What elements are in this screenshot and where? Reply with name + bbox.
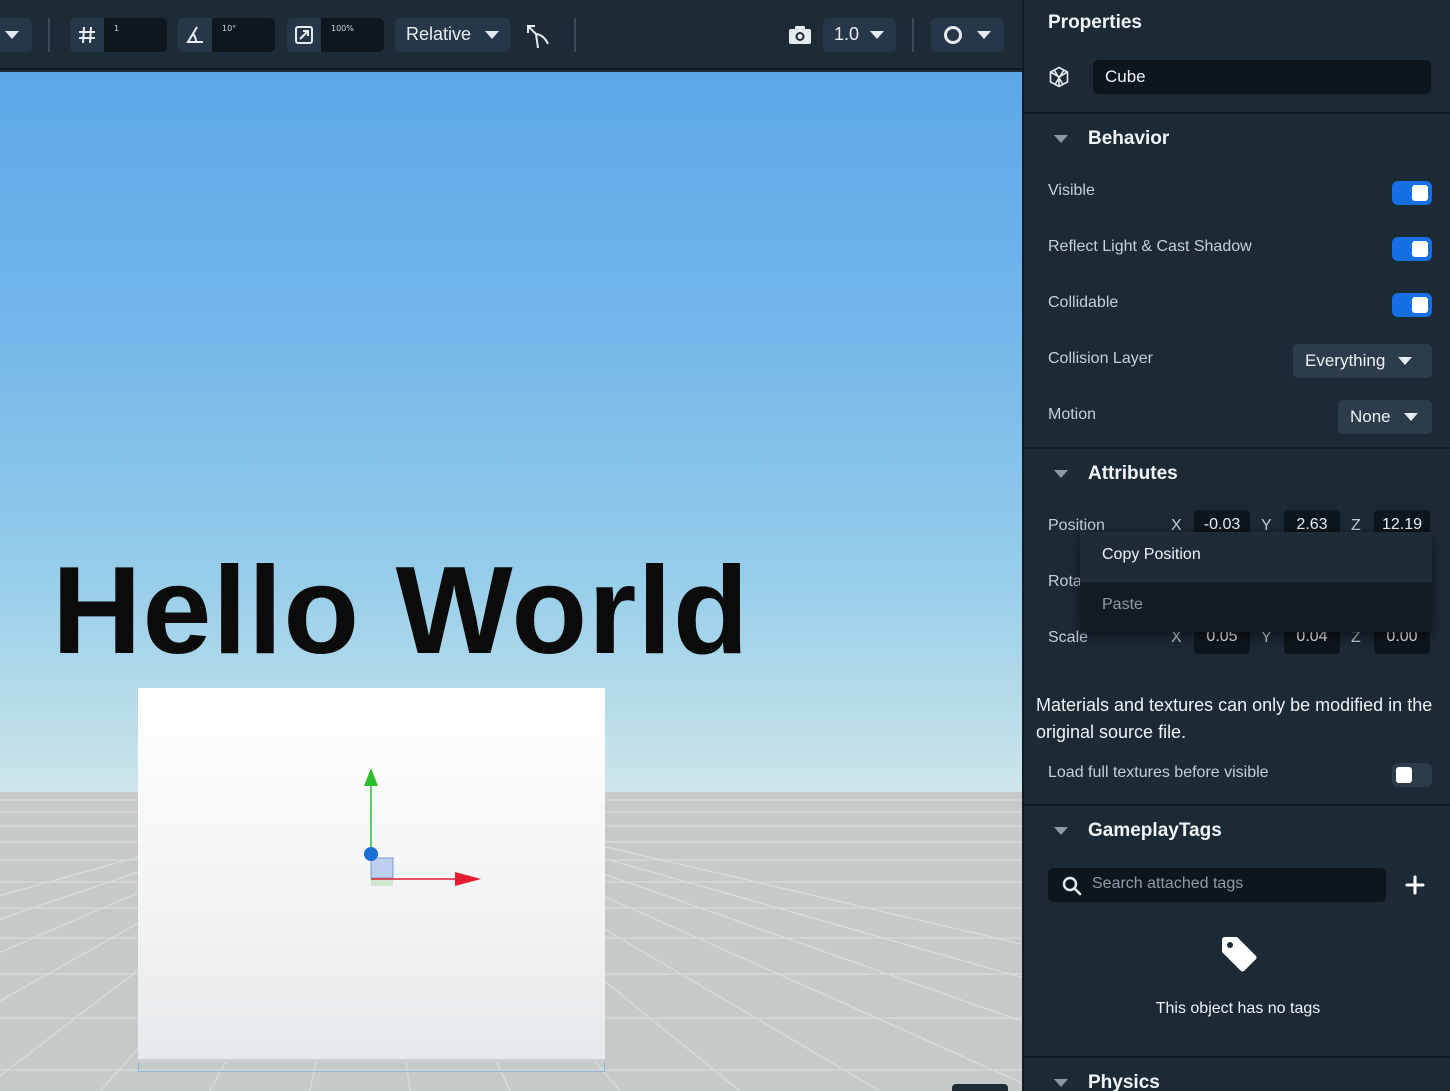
- camera-speed-value: 1.0: [834, 24, 860, 44]
- motion-select[interactable]: None: [1338, 400, 1432, 434]
- gizmo-x-arrow: [455, 872, 481, 886]
- tag-search-placeholder: Search attached tags: [1092, 875, 1244, 892]
- dropdown-icon: [485, 31, 499, 39]
- lighting-icon: [943, 25, 963, 45]
- dropdown-icon: [977, 31, 991, 39]
- no-tags-message: This object has no tags: [1155, 1000, 1321, 1017]
- camera-speed-dropdown[interactable]: 1.0: [823, 18, 896, 52]
- reflect-light-toggle[interactable]: [1392, 237, 1432, 261]
- attributes-title: Attributes: [1088, 463, 1178, 484]
- scale-snap-input[interactable]: 100%: [321, 18, 384, 52]
- properties-panel: Properties Cube Behavior Visible Reflect…: [1022, 0, 1450, 1091]
- scene-view[interactable]: Hello World: [0, 72, 1022, 1091]
- paste-menu-item[interactable]: Paste: [1080, 582, 1432, 632]
- collision-layer-select[interactable]: Everything: [1293, 344, 1432, 378]
- collidable-toggle[interactable]: [1392, 293, 1432, 317]
- visible-label: Visible: [1048, 182, 1095, 199]
- collapse-icon: [1054, 1079, 1068, 1087]
- section-divider: [1024, 1056, 1450, 1058]
- scale-snap-icon: [287, 18, 321, 52]
- grid-snap-input[interactable]: 1: [104, 18, 167, 52]
- space-mode-dropdown[interactable]: Relative: [395, 18, 510, 52]
- object-name-input[interactable]: Cube: [1093, 60, 1431, 94]
- materials-note: Materials and textures can only be modif…: [1036, 695, 1433, 742]
- viewport-toolbar: 1 10° 100% Relative 1.0: [0, 0, 1022, 70]
- grid-icon: [70, 18, 104, 52]
- angle-snap-control[interactable]: 10°: [178, 18, 275, 52]
- collidable-label: Collidable: [1048, 294, 1119, 311]
- behavior-title: Behavior: [1088, 128, 1170, 149]
- rotation-label: Rota: [1048, 573, 1082, 590]
- add-tag-button[interactable]: [1402, 868, 1428, 902]
- gameplay-tags-title: GameplayTags: [1088, 820, 1222, 841]
- gizmo-plane-handle: [370, 857, 394, 879]
- dropdown-icon: [5, 31, 19, 39]
- search-icon: [1062, 876, 1082, 896]
- collapse-icon: [1054, 470, 1068, 478]
- viewport-bottom-tab[interactable]: [952, 1084, 1008, 1091]
- behavior-section-header[interactable]: Behavior: [1054, 124, 1169, 154]
- load-textures-label: Load full textures before visible: [1048, 764, 1269, 781]
- toggle-knob: [1396, 767, 1412, 783]
- angle-snap-input[interactable]: 10°: [212, 18, 275, 52]
- object-name-row: Cube: [1048, 60, 1432, 94]
- attributes-section-header[interactable]: Attributes: [1054, 459, 1178, 489]
- visible-toggle[interactable]: [1392, 181, 1432, 205]
- physics-section-header[interactable]: Physics: [1054, 1068, 1160, 1091]
- angle-snap-icon: [178, 18, 212, 52]
- transform-gizmo[interactable]: [355, 762, 495, 892]
- lighting-mode-dropdown[interactable]: [931, 18, 1004, 52]
- dropdown-icon: [1398, 357, 1413, 365]
- panel-title: Properties: [1048, 12, 1142, 33]
- collision-layer-label: Collision Layer: [1048, 350, 1153, 367]
- toggle-knob: [1412, 241, 1428, 257]
- hello-world-text-object[interactable]: Hello World: [52, 540, 750, 682]
- dropdown-icon: [870, 31, 884, 39]
- motion-value: None: [1350, 407, 1391, 426]
- scale-snap-control[interactable]: 100%: [287, 18, 384, 52]
- space-mode-value: Relative: [406, 24, 472, 44]
- physics-title: Physics: [1088, 1072, 1160, 1091]
- toolbar-divider: [574, 18, 576, 52]
- tag-search-input[interactable]: Search attached tags: [1048, 868, 1386, 902]
- collision-layer-value: Everything: [1305, 351, 1386, 370]
- camera-icon[interactable]: [787, 23, 813, 47]
- section-divider: [1024, 804, 1450, 806]
- plus-icon: [1405, 875, 1425, 895]
- cube-icon: [1048, 66, 1070, 88]
- gizmo-pivot: [364, 847, 378, 861]
- grid-snap-control[interactable]: 1: [70, 18, 167, 52]
- collapse-icon: [1054, 827, 1068, 835]
- selection-outline: [138, 1062, 605, 1072]
- gizmo-y-arrow: [364, 768, 378, 786]
- gameplay-tags-section-header[interactable]: GameplayTags: [1054, 816, 1222, 846]
- copy-position-menu-item[interactable]: Copy Position: [1080, 532, 1432, 582]
- reflect-light-label: Reflect Light & Cast Shadow: [1048, 238, 1252, 255]
- motion-label: Motion: [1048, 406, 1097, 423]
- toggle-knob: [1412, 297, 1428, 313]
- viewport[interactable]: Hello World 1 10° 100% Relative 1.0: [0, 0, 1022, 1091]
- collapse-icon: [1054, 135, 1068, 143]
- pivot-icon[interactable]: [524, 22, 552, 50]
- view-menu-dropdown[interactable]: [0, 18, 32, 52]
- toolbar-divider: [912, 18, 914, 52]
- dropdown-icon: [1403, 413, 1418, 421]
- section-divider: [1024, 447, 1450, 449]
- toolbar-divider: [48, 18, 50, 52]
- section-divider: [1024, 112, 1450, 114]
- tag-icon: [1219, 934, 1259, 974]
- toggle-knob: [1412, 185, 1428, 201]
- sky-backdrop: [0, 72, 1022, 792]
- position-context-menu: Copy Position Paste: [1080, 532, 1432, 632]
- load-textures-toggle[interactable]: [1392, 763, 1432, 787]
